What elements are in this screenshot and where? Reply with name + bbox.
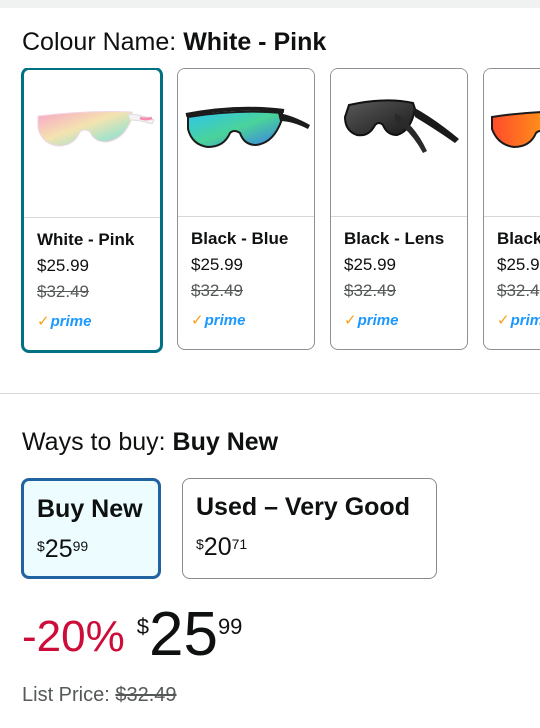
sunglasses-image xyxy=(24,70,160,218)
swatch-price: $25.99 xyxy=(37,256,89,275)
sunglasses-image xyxy=(331,69,467,217)
ways-label: Ways to buy: xyxy=(22,428,166,456)
colour-selected-value: White - Pink xyxy=(183,28,327,56)
list-price-label: List Price: xyxy=(22,684,110,706)
colour-heading: Colour Name: White - Pink xyxy=(22,28,326,57)
price-whole: 25 xyxy=(148,600,218,669)
ways-selected-value: Buy New xyxy=(172,428,279,456)
swatch-price: $25.99 xyxy=(191,255,243,274)
prime-check-icon: ✓ xyxy=(191,312,204,329)
ways-to-buy-heading: Ways to buy: Buy New xyxy=(22,428,278,457)
prime-badge: ✓prime xyxy=(37,312,91,330)
option-label: Used – Very Good xyxy=(196,493,410,521)
price-symbol: $ xyxy=(37,538,45,554)
swatch-was-price: $32.49 xyxy=(191,281,243,300)
top-separator xyxy=(0,0,540,8)
swatch-black-blue[interactable]: Black - Blue $25.99 $32.49 ✓prime xyxy=(177,68,315,350)
swatch-was-price: $32.49 xyxy=(37,282,89,301)
price-whole: 25 xyxy=(44,535,73,563)
prime-label: prim xyxy=(510,312,540,329)
swatch-name: Black - Blue xyxy=(191,229,289,248)
price-whole: 20 xyxy=(203,533,232,561)
discount-percent: -20% xyxy=(22,612,125,661)
buy-new-option[interactable]: Buy New $2599 xyxy=(21,478,161,579)
list-price: List Price: $32.49 xyxy=(22,684,177,707)
price-fraction: 99 xyxy=(217,614,243,639)
option-price: $2599 xyxy=(37,535,88,564)
swatch-price: $25.9 xyxy=(497,255,540,274)
prime-check-icon: ✓ xyxy=(497,312,510,329)
swatch-was-price: $32.4 xyxy=(497,281,540,300)
prime-badge: ✓prime xyxy=(344,311,398,329)
swatch-black-lens[interactable]: Black - Lens $25.99 $32.49 ✓prime xyxy=(330,68,468,350)
prime-check-icon: ✓ xyxy=(37,313,50,330)
option-price: $2071 xyxy=(196,533,247,562)
sunglasses-image xyxy=(178,69,314,217)
price-symbol: $ xyxy=(196,536,204,552)
swatch-was-price: $32.49 xyxy=(344,281,396,300)
prime-check-icon: ✓ xyxy=(344,312,357,329)
swatch-name: White - Pink xyxy=(37,230,135,249)
prime-badge: ✓prim xyxy=(497,311,540,329)
used-very-good-option[interactable]: Used – Very Good $2071 xyxy=(182,478,437,579)
swatch-white-pink[interactable]: White - Pink $25.99 $32.49 ✓prime xyxy=(21,68,163,353)
section-divider xyxy=(0,393,540,394)
swatch-name: Black xyxy=(497,229,540,248)
option-label: Buy New xyxy=(37,495,143,523)
prime-badge: ✓prime xyxy=(191,311,245,329)
swatch-name: Black - Lens xyxy=(344,229,445,248)
current-price: -20% $2599 xyxy=(22,604,242,666)
sunglasses-image xyxy=(484,69,540,217)
price-fraction: 71 xyxy=(231,536,248,552)
prime-label: prime xyxy=(357,312,399,329)
price-symbol: $ xyxy=(136,614,149,639)
colour-label: Colour Name: xyxy=(22,28,177,56)
price-fraction: 99 xyxy=(72,538,89,554)
prime-label: prime xyxy=(204,312,246,329)
colour-swatch-list: White - Pink $25.99 $32.49 ✓prime Black … xyxy=(0,68,540,358)
list-price-value: $32.49 xyxy=(115,684,177,706)
swatch-black-red[interactable]: Black $25.9 $32.4 ✓prim xyxy=(483,68,540,350)
swatch-price: $25.99 xyxy=(344,255,396,274)
prime-label: prime xyxy=(50,313,92,330)
